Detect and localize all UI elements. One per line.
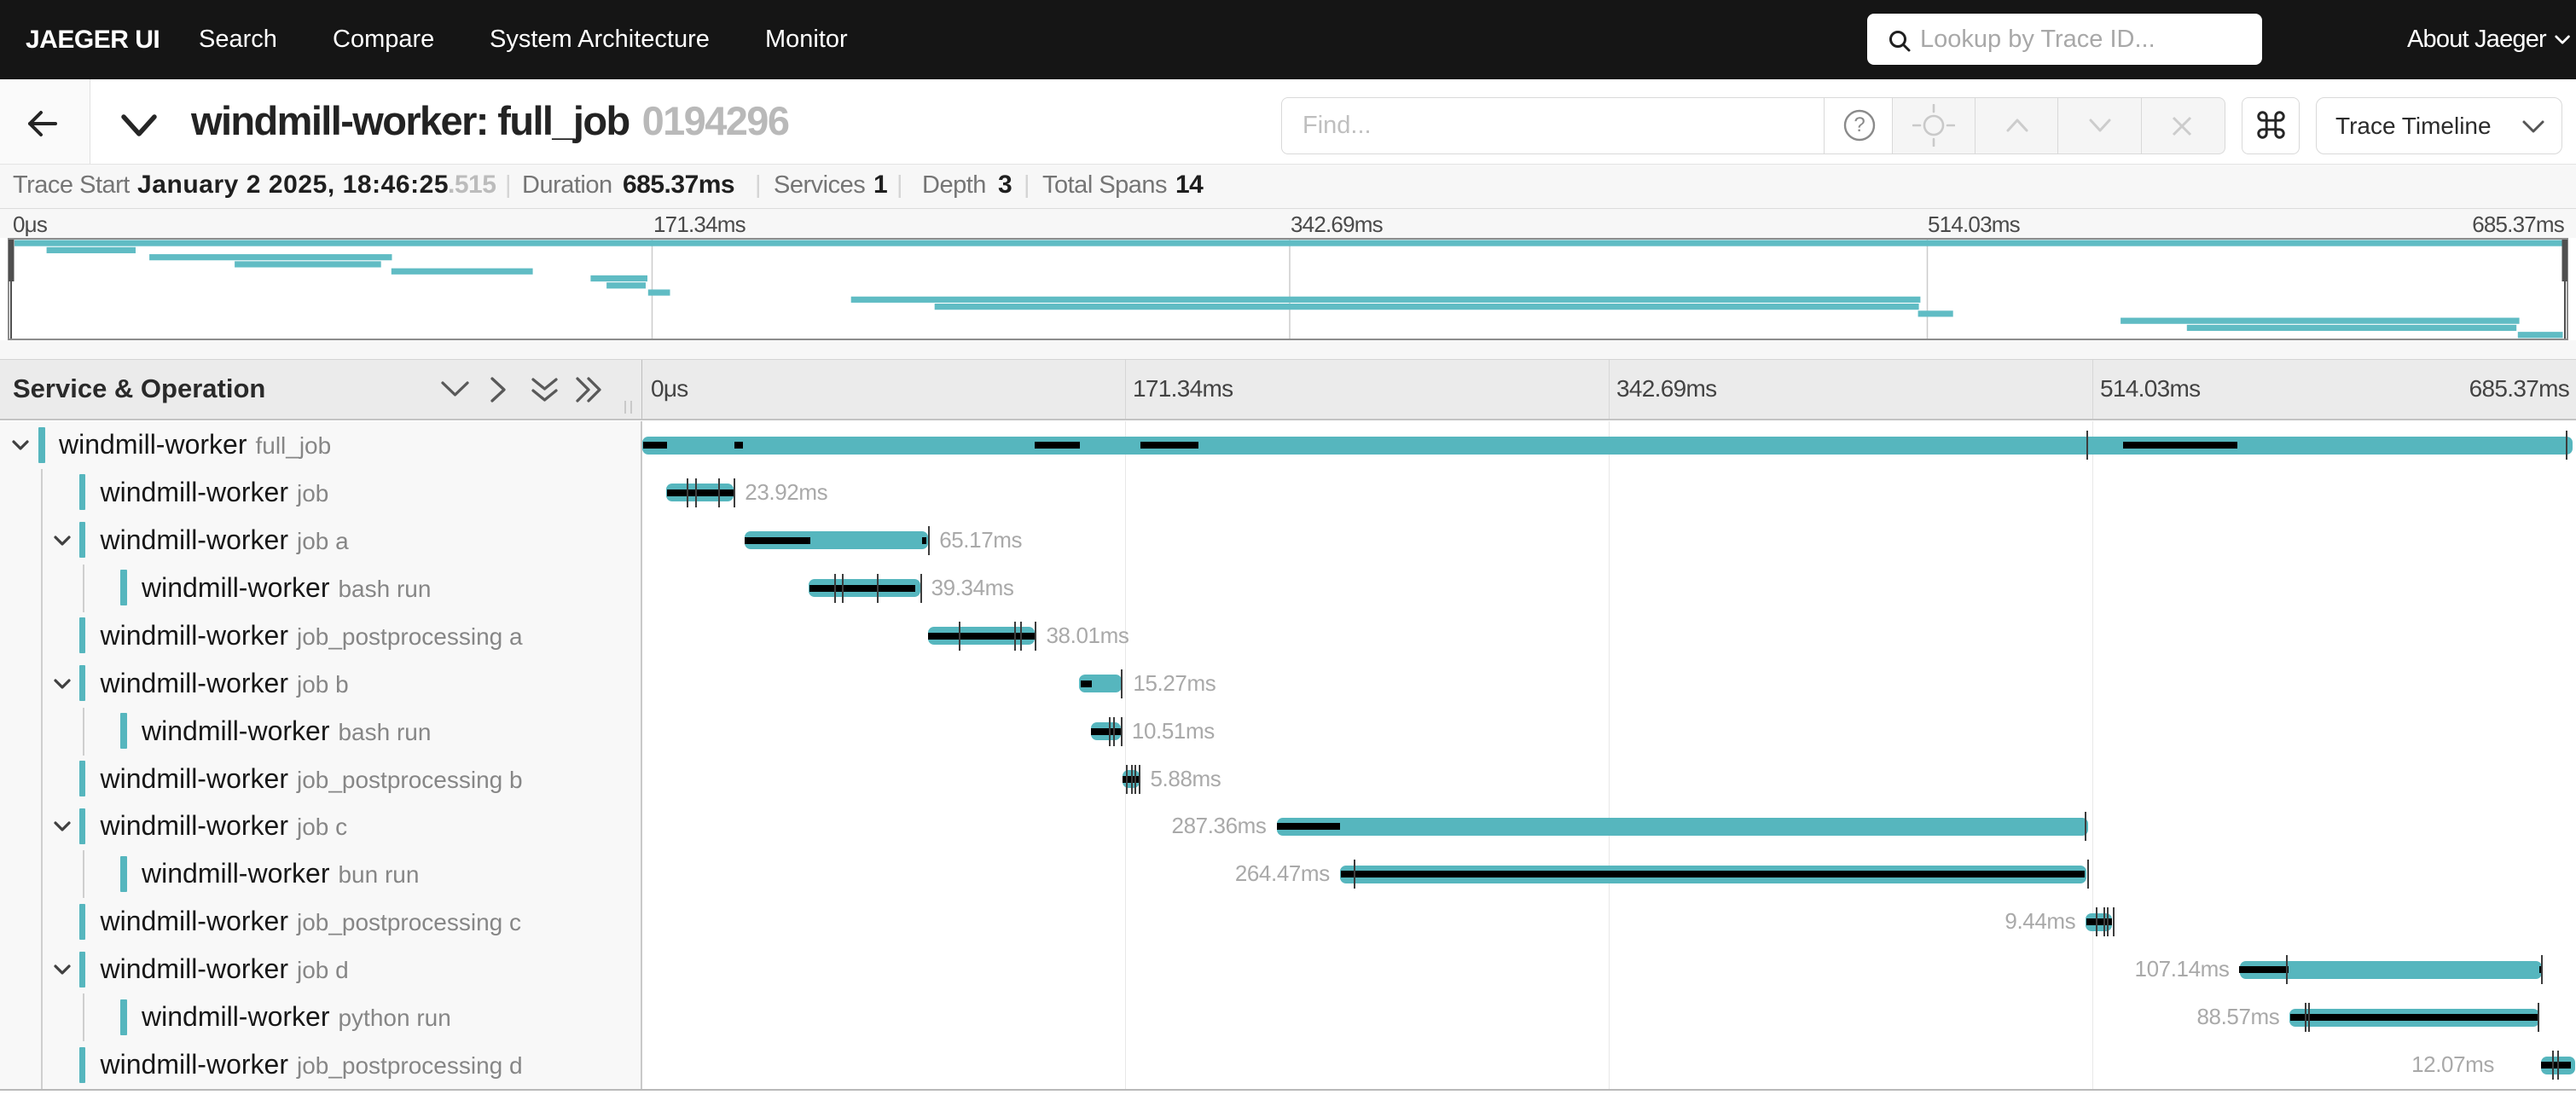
svg-text:?: ?	[1854, 113, 1865, 136]
